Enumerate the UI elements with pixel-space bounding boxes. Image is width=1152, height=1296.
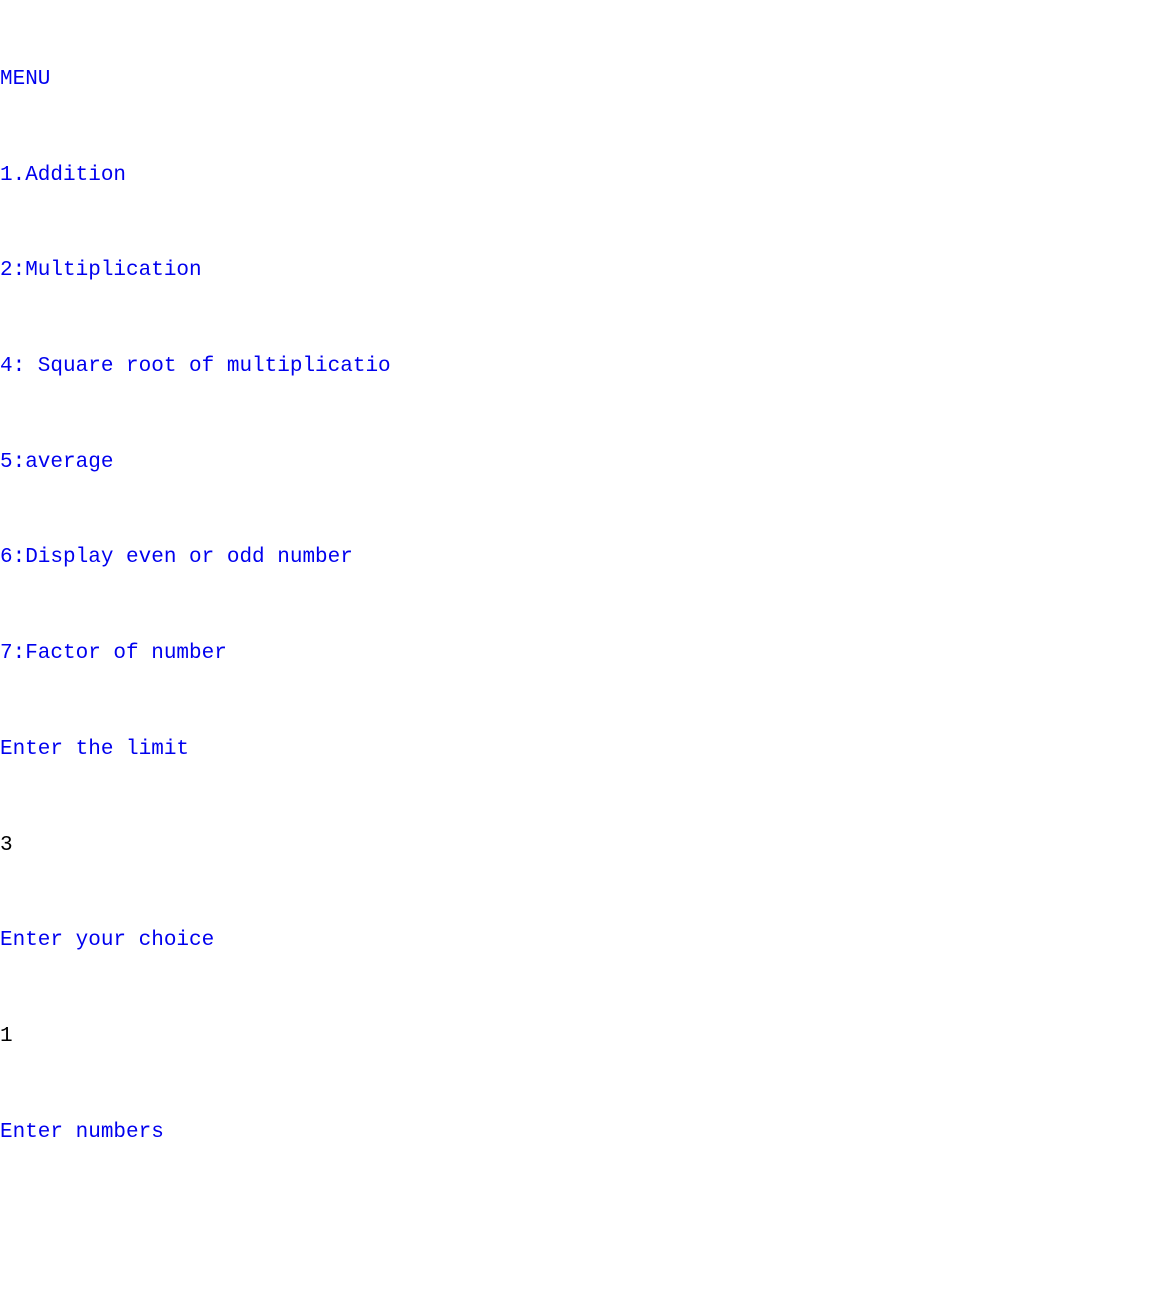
menu-item-1: 1.Addition	[0, 160, 1152, 192]
user-input-limit: 3	[0, 830, 1152, 862]
menu-item-7: 7:Factor of number	[0, 638, 1152, 670]
blank-line	[0, 1212, 1152, 1244]
prompt-enter-choice: Enter your choice	[0, 925, 1152, 957]
menu-item-4: 4: Square root of multiplicatio	[0, 351, 1152, 383]
user-input-choice: 1	[0, 1021, 1152, 1053]
menu-item-6: 6:Display even or odd number	[0, 542, 1152, 574]
menu-item-5: 5:average	[0, 447, 1152, 479]
menu-item-2: 2:Multiplication	[0, 255, 1152, 287]
prompt-enter-limit: Enter the limit	[0, 734, 1152, 766]
menu-title: MENU	[0, 64, 1152, 96]
terminal-output: MENU 1.Addition 2:Multiplication 4: Squa…	[0, 0, 1152, 1296]
prompt-enter-numbers: Enter numbers	[0, 1117, 1152, 1149]
